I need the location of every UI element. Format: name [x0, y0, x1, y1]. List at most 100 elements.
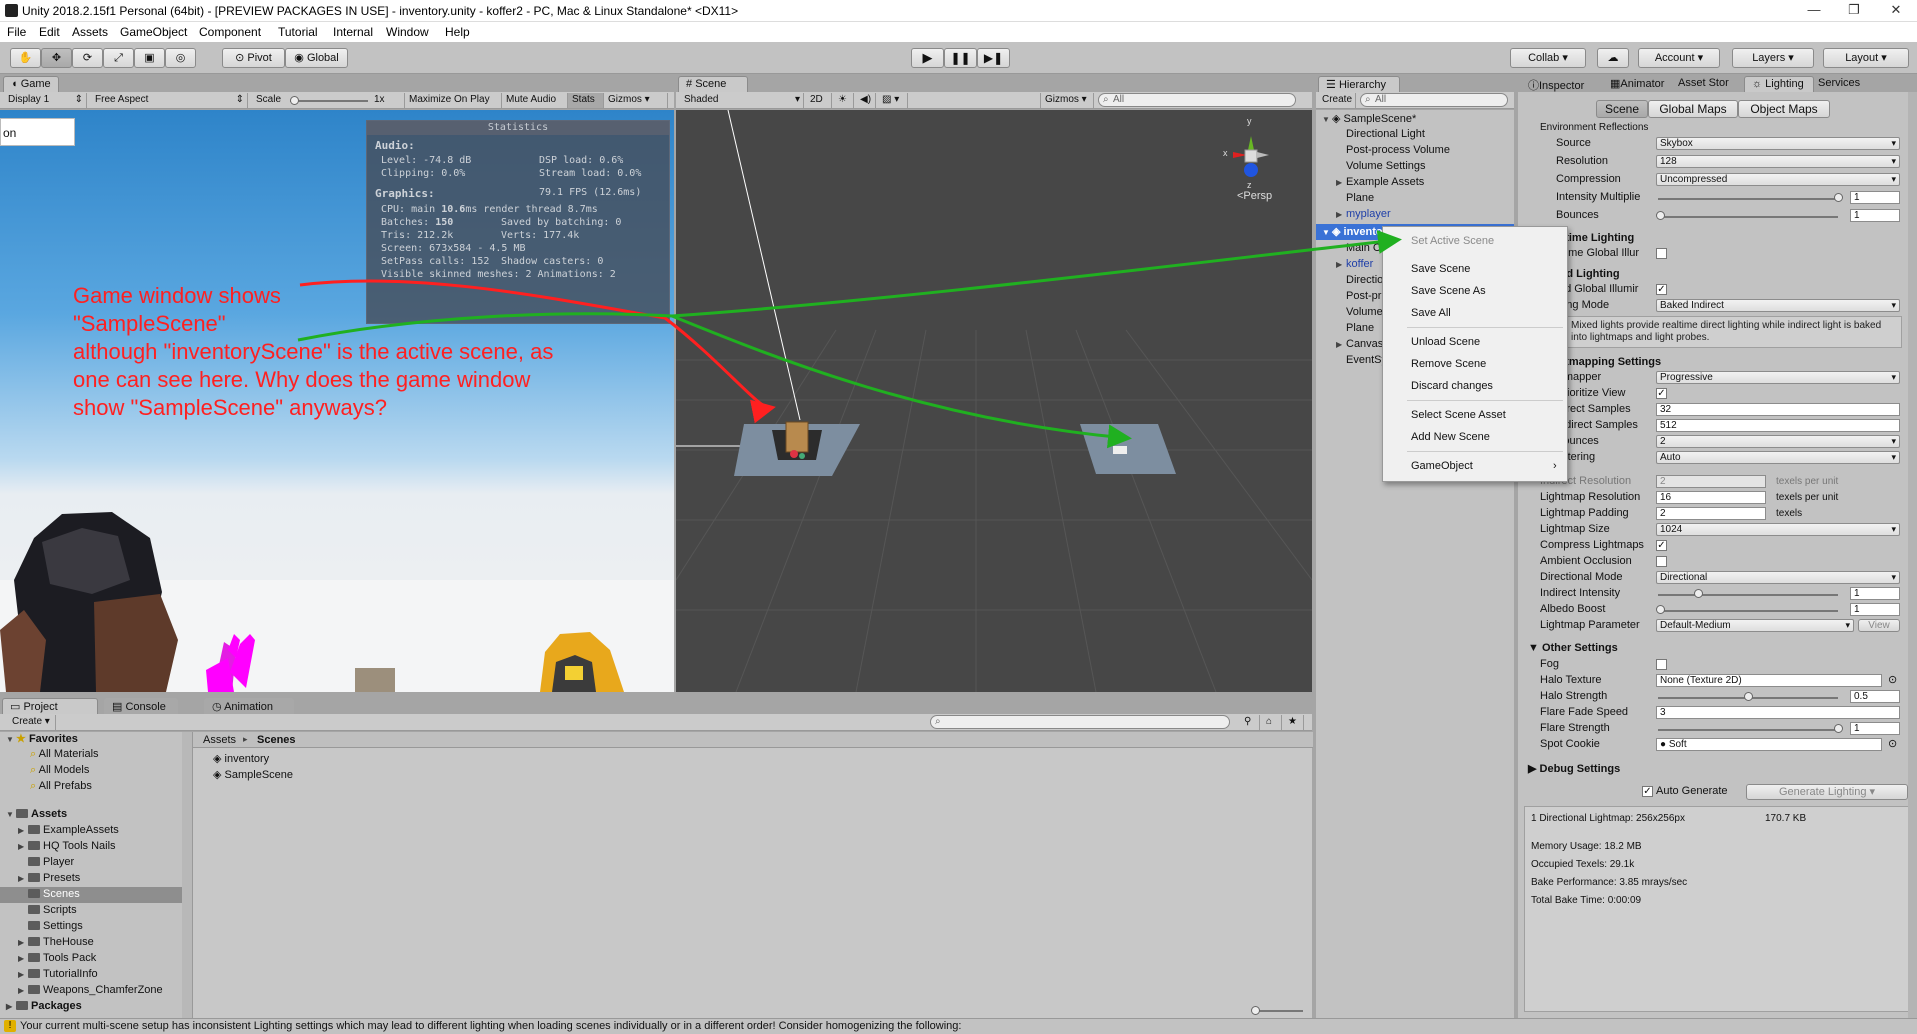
flare-strength-slider[interactable]: [1658, 729, 1838, 731]
minimize-button[interactable]: —: [1794, 2, 1834, 20]
packages-root[interactable]: ▶ Packages: [6, 1000, 82, 1012]
lightmap-parameters-dropdown[interactable]: Default-Medium: [1656, 619, 1854, 632]
folder-item[interactable]: ▶ TheHouse: [18, 936, 94, 948]
hierarchy-item[interactable]: Post-process Volume: [1346, 144, 1450, 156]
folder-item[interactable]: ▶ Weapons_ChamferZone: [18, 984, 163, 996]
debug-settings-header[interactable]: ▶ Debug Settings: [1528, 762, 1620, 775]
lightmap-resolution-field[interactable]: 16: [1656, 491, 1766, 504]
bounces-field[interactable]: 1: [1850, 209, 1900, 222]
other-settings-header[interactable]: ▼ Other Settings: [1528, 642, 1618, 654]
context-unload-scene[interactable]: Unload Scene: [1411, 336, 1480, 348]
icon-size-slider-knob[interactable]: [1251, 1006, 1260, 1015]
halo-strength-knob[interactable]: [1744, 692, 1753, 701]
flare-strength-field[interactable]: 1: [1850, 722, 1900, 735]
halo-texture-field[interactable]: None (Texture 2D): [1656, 674, 1882, 687]
scale-tool-button[interactable]: ⤢: [103, 48, 134, 68]
favorites-group[interactable]: ▼ ★ Favorites: [6, 732, 78, 745]
bounces-knob[interactable]: [1656, 211, 1665, 220]
hierarchy-item-prefab[interactable]: ▶ koffer: [1336, 258, 1373, 270]
2d-toggle[interactable]: 2D: [806, 93, 832, 108]
spot-cookie-field[interactable]: ● Soft: [1656, 738, 1882, 751]
step-button[interactable]: ▶❚: [977, 48, 1010, 68]
context-add-new-scene[interactable]: Add New Scene: [1411, 431, 1490, 443]
filter-type-button[interactable]: ⚲: [1240, 715, 1260, 730]
lightmap-size-dropdown[interactable]: 1024: [1656, 523, 1900, 536]
hierarchy-item[interactable]: Directional Light: [1346, 128, 1425, 140]
folder-item[interactable]: ▶ ExampleAssets: [18, 824, 119, 836]
intensity-multiplier-knob[interactable]: [1834, 193, 1843, 202]
fog-checkbox[interactable]: [1656, 659, 1667, 670]
hierarchy-item-expandable[interactable]: ▶ Canvas: [1336, 338, 1383, 350]
lighting-toggle[interactable]: ☀: [834, 93, 854, 108]
scene-gizmos-dropdown[interactable]: Gizmos ▾: [1040, 93, 1094, 108]
display-dropdown[interactable]: Display 1 ⇕: [4, 93, 87, 108]
move-tool-button[interactable]: ✥: [41, 48, 72, 68]
hierarchy-item[interactable]: Volume Settings: [1346, 160, 1426, 172]
mute-audio-toggle[interactable]: Mute Audio: [502, 93, 568, 108]
lighting-mode-dropdown[interactable]: Baked Indirect: [1656, 299, 1900, 312]
albedo-boost-knob[interactable]: [1656, 605, 1665, 614]
flare-strength-knob[interactable]: [1834, 724, 1843, 733]
lightmap-padding-field[interactable]: 2: [1656, 507, 1766, 520]
source-dropdown[interactable]: Skybox: [1656, 137, 1900, 150]
context-gameobject-submenu[interactable]: GameObject: [1411, 460, 1473, 472]
tab-hierarchy[interactable]: ☰ Hierarchy: [1318, 76, 1400, 92]
file-item[interactable]: ◈ SampleScene: [213, 768, 293, 781]
hand-tool-button[interactable]: ✋: [10, 48, 41, 68]
bounces-slider[interactable]: [1658, 216, 1838, 218]
favorite-item[interactable]: ⌕ All Materials: [30, 748, 99, 761]
indirect-intensity-field[interactable]: 1: [1850, 587, 1900, 600]
tab-console[interactable]: ▤ Console: [104, 698, 178, 714]
folder-item-selected[interactable]: Scenes: [28, 888, 80, 900]
object-picker-icon[interactable]: ⊙: [1888, 673, 1897, 686]
breadcrumb-assets[interactable]: Assets: [203, 734, 236, 746]
play-button[interactable]: ▶: [911, 48, 944, 68]
tab-game[interactable]: ◖ Game: [3, 76, 59, 92]
filter-label-button[interactable]: ⌂: [1262, 715, 1282, 730]
context-save-all[interactable]: Save All: [1411, 307, 1451, 319]
tab-animation[interactable]: ◷ Animation: [204, 698, 294, 714]
hierarchy-item[interactable]: Plane: [1346, 192, 1374, 204]
rotate-tool-button[interactable]: ⟳: [72, 48, 103, 68]
lm-bounces-dropdown[interactable]: 2: [1656, 435, 1900, 448]
effects-dropdown[interactable]: ▨ ▾: [878, 93, 908, 108]
tab-project[interactable]: ▭ Project: [2, 698, 98, 714]
tab-asset-store[interactable]: Asset Stor: [1678, 77, 1729, 89]
intensity-multiplier-slider[interactable]: [1658, 198, 1838, 200]
flare-fade-speed-field[interactable]: 3: [1656, 706, 1900, 719]
indirect-samples-field[interactable]: 512: [1656, 419, 1900, 432]
compress-lightmaps-checkbox[interactable]: ✓: [1656, 540, 1667, 551]
menu-component[interactable]: Component: [199, 25, 261, 39]
menu-file[interactable]: File: [7, 25, 26, 39]
indirect-intensity-slider[interactable]: [1658, 594, 1838, 596]
scene-viewport[interactable]: y x z <Persp: [676, 110, 1312, 692]
context-save-scene-as[interactable]: Save Scene As: [1411, 285, 1486, 297]
context-remove-scene[interactable]: Remove Scene: [1411, 358, 1486, 370]
shading-mode-dropdown[interactable]: Shaded ▾: [680, 93, 804, 108]
lightmapper-dropdown[interactable]: Progressive: [1656, 371, 1900, 384]
folder-item[interactable]: Player: [28, 856, 74, 868]
breadcrumb-scenes[interactable]: Scenes: [257, 734, 296, 746]
global-toggle[interactable]: ◉ Global: [285, 48, 348, 68]
hierarchy-item[interactable]: Plane: [1346, 322, 1374, 334]
compression-dropdown[interactable]: Uncompressed: [1656, 173, 1900, 186]
layers-dropdown[interactable]: Layers ▾: [1732, 48, 1814, 68]
indirect-intensity-knob[interactable]: [1694, 589, 1703, 598]
folder-item[interactable]: ▶ Tools Pack: [18, 952, 96, 964]
directional-mode-dropdown[interactable]: Directional: [1656, 571, 1900, 584]
hierarchy-search-input[interactable]: ⌕ All: [1360, 93, 1508, 107]
resolution-dropdown[interactable]: 128: [1656, 155, 1900, 168]
context-discard-changes[interactable]: Discard changes: [1411, 380, 1493, 392]
folder-item[interactable]: ▶ HQ Tools Nails: [18, 840, 116, 852]
generate-lighting-button[interactable]: Generate Lighting ▾: [1746, 784, 1908, 800]
object-picker-icon[interactable]: ⊙: [1888, 737, 1897, 750]
assets-root[interactable]: ▼ Assets: [6, 808, 67, 820]
pause-button[interactable]: ❚❚: [944, 48, 977, 68]
maximize-button[interactable]: ❐: [1834, 2, 1874, 20]
menu-tutorial[interactable]: Tutorial: [278, 25, 318, 39]
intensity-multiplier-field[interactable]: 1: [1850, 191, 1900, 204]
lighting-subtab-global-maps[interactable]: Global Maps: [1648, 100, 1738, 118]
hierarchy-create-dropdown[interactable]: Create ▾: [1318, 93, 1356, 119]
icon-size-slider[interactable]: [1253, 1010, 1303, 1012]
rect-tool-button[interactable]: ▣: [134, 48, 165, 68]
